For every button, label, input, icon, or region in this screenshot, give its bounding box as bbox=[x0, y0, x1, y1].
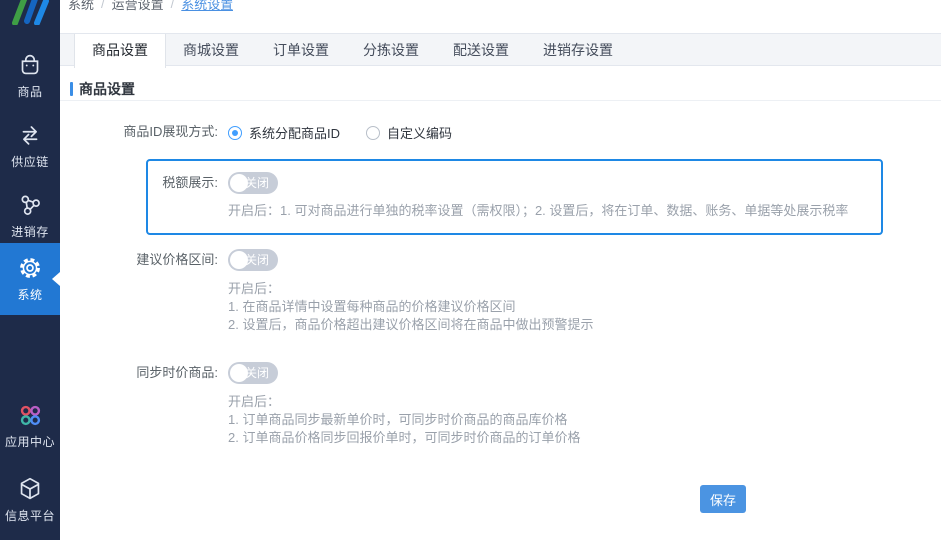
radio-label: 自定义编码 bbox=[387, 123, 452, 142]
bag-icon bbox=[15, 50, 45, 80]
breadcrumb-item[interactable]: 运营设置 bbox=[112, 0, 164, 11]
price-range-toggle[interactable]: 关闭 bbox=[228, 249, 278, 271]
tab-goods-settings[interactable]: 商品设置 bbox=[74, 34, 166, 68]
app-window: 商品 供应链 进销存 bbox=[0, 0, 941, 540]
section-divider bbox=[60, 100, 941, 101]
form-row-id-display: 商品ID展现方式: 系统分配商品ID 自定义编码 bbox=[60, 121, 941, 143]
breadcrumb: 系统 / 运营设置 / 系统设置 bbox=[68, 0, 233, 11]
id-display-radio-group: 系统分配商品ID 自定义编码 bbox=[228, 121, 452, 142]
app-logo bbox=[9, 0, 51, 25]
breadcrumb-item[interactable]: 系统 bbox=[68, 0, 94, 11]
sidebar-item-supply-chain[interactable]: 供应链 bbox=[0, 120, 60, 170]
sync-price-control: 关闭 开启后： 1. 订单商品同步最新单价时，可同步时价商品的商品库价格 2. … bbox=[228, 362, 580, 447]
description-line: 开启后： bbox=[228, 280, 593, 298]
field-label: 同步时价商品: bbox=[60, 362, 228, 384]
tab-order-settings[interactable]: 订单设置 bbox=[256, 34, 346, 67]
sidebar-item-goods[interactable]: 商品 bbox=[0, 50, 60, 100]
sidebar-item-info-platform[interactable]: 信息平台 bbox=[0, 474, 60, 524]
sidebar-item-system[interactable]: 系统 bbox=[0, 243, 60, 315]
toggle-state-label: 关闭 bbox=[245, 249, 269, 271]
tax-display-toggle[interactable]: 关闭 bbox=[228, 172, 278, 194]
tab-mall-settings[interactable]: 商城设置 bbox=[166, 34, 256, 67]
description-line: 开启后： bbox=[228, 393, 580, 411]
share-nodes-icon bbox=[15, 190, 45, 220]
cube-icon bbox=[15, 474, 45, 504]
settings-tabbar: 商品设置 商城设置 订单设置 分拣设置 配送设置 进销存设置 bbox=[60, 33, 941, 66]
section-title: 商品设置 bbox=[79, 79, 135, 99]
radio-label: 系统分配商品ID bbox=[249, 123, 340, 142]
radio-unselected-icon[interactable] bbox=[366, 126, 380, 140]
field-label: 建议价格区间: bbox=[60, 249, 228, 271]
gear-icon bbox=[15, 253, 45, 283]
sidebar-item-inventory[interactable]: 进销存 bbox=[0, 190, 60, 240]
sidebar-item-label: 应用中心 bbox=[5, 433, 55, 450]
sidebar-item-label: 系统 bbox=[17, 286, 42, 303]
radio-custom-code[interactable]: 自定义编码 bbox=[366, 123, 452, 142]
description-line: 2. 设置后，商品价格超出建议价格区间将在商品中做出预警提示 bbox=[228, 316, 593, 334]
field-label: 税额展示: bbox=[148, 172, 228, 194]
field-label: 商品ID展现方式: bbox=[60, 121, 228, 143]
form-row-tax-display: 税额展示: 关闭 bbox=[148, 172, 881, 194]
price-range-control: 关闭 开启后： 1. 在商品详情中设置每种商品的价格建议价格区间 2. 设置后，… bbox=[228, 249, 593, 334]
form-row-sync-price: 同步时价商品: 关闭 开启后： 1. 订单商品同步最新单价时，可同步时价商品的商… bbox=[60, 362, 941, 447]
description-line: 2. 订单商品价格同步回报价单时，可同步时价商品的订单价格 bbox=[228, 429, 580, 447]
settings-form: 商品ID展现方式: 系统分配商品ID 自定义编码 税额展示: bbox=[60, 121, 941, 513]
sidebar-item-label: 商品 bbox=[17, 83, 42, 100]
active-item-notch bbox=[52, 272, 60, 286]
main-content: 系统 / 运营设置 / 系统设置 商品设置 商城设置 订单设置 分拣设置 配送设… bbox=[60, 0, 941, 540]
tab-inventory-settings[interactable]: 进销存设置 bbox=[526, 34, 630, 67]
description-line: 1. 订单商品同步最新单价时，可同步时价商品的商品库价格 bbox=[228, 411, 580, 429]
field-description: 开启后： 1. 订单商品同步最新单价时，可同步时价商品的商品库价格 2. 订单商… bbox=[228, 393, 580, 447]
save-button[interactable]: 保存 bbox=[700, 485, 746, 513]
field-description: 开启后： 1. 在商品详情中设置每种商品的价格建议价格区间 2. 设置后，商品价… bbox=[228, 280, 593, 334]
field-description: 开启后：1. 可对商品进行单独的税率设置（需权限）；2. 设置后，将在订单、数据… bbox=[228, 202, 865, 220]
sync-price-toggle[interactable]: 关闭 bbox=[228, 362, 278, 384]
sidebar-item-label: 信息平台 bbox=[5, 507, 55, 524]
radio-selected-icon[interactable] bbox=[228, 126, 242, 140]
sidebar-item-app-center[interactable]: 应用中心 bbox=[0, 400, 60, 450]
breadcrumb-separator: / bbox=[101, 0, 105, 11]
section-accent-bar bbox=[70, 82, 73, 96]
sidebar: 商品 供应链 进销存 bbox=[0, 0, 60, 540]
toggle-state-label: 关闭 bbox=[245, 172, 269, 194]
breadcrumb-separator: / bbox=[171, 0, 175, 11]
sidebar-item-label: 供应链 bbox=[11, 153, 49, 170]
app-center-icon bbox=[15, 400, 45, 430]
sidebar-item-label: 进销存 bbox=[11, 223, 49, 240]
form-row-price-range: 建议价格区间: 关闭 开启后： 1. 在商品详情中设置每种商品的价格建议价格区间… bbox=[60, 249, 941, 334]
breadcrumb-item-current[interactable]: 系统设置 bbox=[181, 0, 233, 11]
toggle-state-label: 关闭 bbox=[245, 362, 269, 384]
tab-delivery-settings[interactable]: 配送设置 bbox=[436, 34, 526, 67]
swap-arrows-icon bbox=[15, 120, 45, 150]
tax-display-highlight-box: 税额展示: 关闭 开启后：1. 可对商品进行单独的税率设置（需权限）；2. 设置… bbox=[146, 159, 883, 235]
section-header: 商品设置 bbox=[70, 79, 135, 99]
tab-sorting-settings[interactable]: 分拣设置 bbox=[346, 34, 436, 67]
radio-system-assigned-id[interactable]: 系统分配商品ID bbox=[228, 123, 340, 142]
description-line: 1. 在商品详情中设置每种商品的价格建议价格区间 bbox=[228, 298, 593, 316]
